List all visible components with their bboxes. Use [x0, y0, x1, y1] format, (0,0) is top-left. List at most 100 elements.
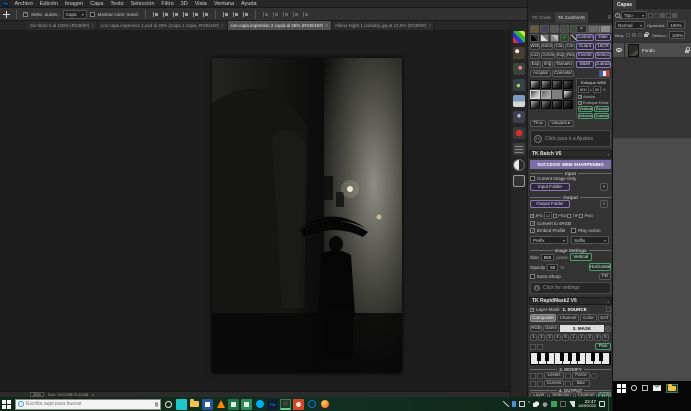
layer-opacity-dropdown[interactable]: 100% — [667, 21, 685, 29]
record-panel-icon[interactable] — [513, 127, 525, 139]
photoshop-active-icon[interactable]: ⬛ — [280, 399, 291, 410]
show-desktop-button[interactable] — [608, 397, 610, 411]
modify-icon-7[interactable] — [565, 381, 571, 387]
color-source-button[interactable]: Color — [580, 314, 597, 322]
layer-mask-checkbox[interactable] — [530, 308, 534, 312]
convert-srgb-checkbox[interactable] — [530, 221, 535, 226]
search-input[interactable] — [26, 401, 153, 407]
batch-vertical-button[interactable]: Vertical — [570, 253, 592, 261]
show-transform-checkbox[interactable] — [90, 12, 95, 17]
tk-menu-button[interactable]: TK ▸ — [530, 120, 546, 127]
new-doc-icon[interactable] — [550, 25, 559, 33]
mask-thumbnail[interactable] — [563, 80, 573, 89]
current-image-only-checkbox[interactable] — [530, 176, 535, 181]
modify-icon-6[interactable] — [537, 381, 543, 387]
menu-archivo[interactable]: Archivo — [11, 1, 36, 7]
word-icon[interactable] — [202, 399, 213, 410]
cla-button[interactable]: Cla — [554, 43, 564, 50]
extra-sharp-checkbox[interactable] — [530, 274, 535, 279]
tab-tk-cmds[interactable]: TK Cmds — [529, 12, 554, 23]
document-tab-1[interactable]: Sin título-1 al 100% (RGB/8#) × — [27, 21, 98, 30]
notification-center-icon[interactable] — [599, 401, 605, 407]
menu-vista[interactable]: Vista — [191, 1, 210, 7]
search-icon[interactable] — [631, 385, 637, 391]
fb-button[interactable]: FB — [599, 273, 611, 280]
3d-mode-icon-5[interactable] — [302, 11, 309, 18]
display-tray-icon[interactable] — [519, 401, 525, 407]
tk-eagle-panel-icon-4[interactable] — [513, 111, 525, 123]
refresh-icon[interactable]: ↻ — [605, 326, 611, 332]
embed-profile-checkbox[interactable] — [530, 228, 535, 233]
layer-fill-dropdown[interactable]: 100% — [669, 31, 685, 39]
selecc-button[interactable]: Selecc — [595, 52, 611, 59]
composite-button[interactable]: Composite — [530, 314, 556, 322]
zone-toggle-icon-1[interactable] — [530, 344, 536, 350]
input-folder-button[interactable]: Input Folder — [530, 183, 570, 191]
align-left-edges-icon[interactable] — [152, 11, 159, 18]
menu-edicion[interactable]: Edición — [36, 1, 61, 7]
tk-swatches-panel-icon[interactable] — [513, 31, 525, 43]
zone-2-lights-button[interactable]: 2 — [578, 334, 585, 341]
align-center-v-icon[interactable] — [192, 11, 199, 18]
dale-button[interactable]: Dale — [595, 34, 611, 41]
mask-thumbnail[interactable] — [530, 90, 540, 99]
output-folder-button[interactable]: Output Folder — [530, 200, 570, 208]
img-button[interactable]: Img — [542, 61, 553, 68]
channel-source-button[interactable]: Channel — [557, 314, 579, 322]
suffix-dropdown[interactable]: Suffix — [571, 236, 609, 244]
mask-thumbnail[interactable] — [552, 80, 562, 89]
firefox-icon[interactable] — [319, 399, 330, 410]
batch-horizontal-button[interactable]: Horizontal — [589, 263, 611, 271]
collapse-icon[interactable]: ▪ — [608, 299, 609, 304]
contrast-panel-icon[interactable] — [513, 159, 525, 171]
onedrive-gray-tray-icon[interactable] — [542, 401, 548, 407]
color-app-tray-icon[interactable] — [551, 401, 557, 407]
modify-icon-2[interactable] — [537, 373, 543, 379]
photoshop-icon[interactable]: Ps — [267, 399, 278, 410]
zone-5-lights-button[interactable]: 5 — [602, 334, 609, 341]
png-checkbox[interactable] — [579, 214, 583, 218]
start-button[interactable] — [2, 400, 11, 409]
skype-icon[interactable] — [254, 399, 265, 410]
channel-view-icon[interactable] — [600, 25, 611, 33]
clock[interactable]: 22:47 18/9/2020 — [578, 399, 596, 409]
menu-ventana[interactable]: Ventana — [210, 1, 237, 7]
duplicate-icon[interactable] — [560, 25, 569, 33]
zone-1-darks-button[interactable]: 1 — [530, 334, 537, 341]
close-icon[interactable]: × — [325, 23, 328, 28]
align-center-h-icon[interactable] — [162, 11, 169, 18]
canvas-area[interactable] — [0, 30, 510, 391]
modify-icon-4[interactable] — [591, 373, 597, 379]
web-button[interactable]: Web — [530, 43, 540, 50]
lock-position-icon[interactable] — [638, 33, 642, 37]
save-file-icon[interactable] — [540, 25, 549, 33]
subir-button[interactable]: Subir — [541, 43, 553, 50]
mask-thumbnail[interactable] — [552, 90, 562, 99]
menu-imagen[interactable]: Imagen — [61, 1, 86, 7]
zone-1-lights-button[interactable]: 1 — [570, 334, 577, 341]
edge-icon[interactable] — [306, 399, 317, 410]
mask-thumbnail[interactable] — [541, 90, 551, 99]
rgb-button[interactable]: RGB — [530, 325, 542, 332]
batch-settings-hint-box[interactable]: TK Click for settings — [530, 282, 611, 294]
accion-checkbox[interactable] — [578, 95, 582, 99]
adjust-panel-icon[interactable] — [513, 143, 525, 155]
tk-eagle-panel-icon-1[interactable] — [513, 47, 525, 59]
tamano-button[interactable]: Tamaño — [554, 61, 574, 68]
layer-filter-dropdown[interactable]: Tipo — [621, 11, 647, 19]
guardar-web-button[interactable]: Guardar — [594, 113, 609, 119]
piano-white-key[interactable] — [602, 353, 610, 364]
volume-tray-icon[interactable] — [569, 401, 575, 407]
piano-black-key[interactable] — [576, 353, 580, 361]
filter-pixel-layers-icon[interactable] — [648, 13, 653, 18]
piano-black-key[interactable] — [560, 353, 564, 361]
exp-button[interactable]: Exp — [530, 61, 541, 68]
play-action-checkbox[interactable] — [571, 228, 576, 233]
move-tool-icon[interactable] — [3, 11, 10, 18]
excel-icon-2[interactable] — [241, 399, 252, 410]
piano-black-key[interactable] — [537, 353, 541, 361]
filter-adjustment-layers-icon[interactable] — [654, 13, 659, 18]
menu-3d[interactable]: 3D — [177, 1, 191, 7]
dark-app-tray-icon[interactable] — [560, 401, 566, 407]
enfoque-extra-checkbox[interactable] — [578, 101, 582, 105]
